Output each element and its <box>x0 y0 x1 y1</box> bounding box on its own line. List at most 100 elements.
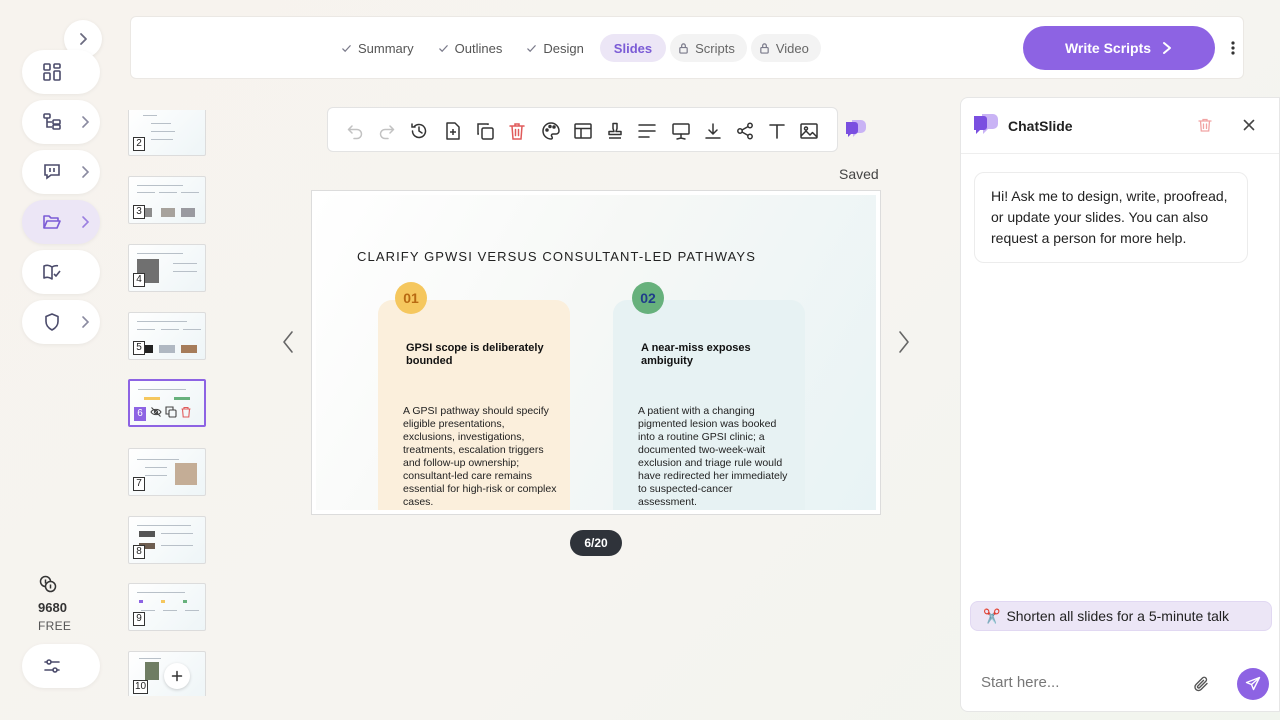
tab-summary[interactable]: Summary <box>333 34 426 62</box>
chatslide-logo-icon <box>846 120 866 137</box>
card-1-body[interactable]: A GPSI pathway should specify eligible p… <box>403 405 559 509</box>
close-icon <box>1243 119 1255 131</box>
undo-button[interactable] <box>344 120 366 142</box>
nav-security[interactable] <box>22 300 100 344</box>
present-button[interactable] <box>670 120 692 142</box>
layout-icon <box>574 123 592 139</box>
chevron-right-icon <box>82 166 90 178</box>
thumbnail-number: 7 <box>133 477 145 491</box>
clear-chat-button[interactable] <box>1197 117 1213 133</box>
tab-outlines-label: Outlines <box>454 40 503 56</box>
write-scripts-button[interactable]: Write Scripts <box>1023 26 1215 70</box>
layout-button[interactable] <box>572 120 594 142</box>
tab-slides[interactable]: Slides <box>599 34 667 62</box>
slide-thumbnail[interactable]: 9 <box>128 583 206 631</box>
slide-thumbnail[interactable]: 3 <box>128 176 206 224</box>
add-text-button[interactable] <box>766 120 788 142</box>
thumbnail-number: 5 <box>133 341 145 355</box>
thumbnail-number: 10 <box>133 680 149 694</box>
check-icon <box>527 44 537 52</box>
settings-button[interactable] <box>22 644 100 688</box>
card-2-heading[interactable]: A near-miss exposes ambiguity <box>641 342 773 368</box>
align-button[interactable] <box>636 120 658 142</box>
history-button[interactable] <box>408 120 430 142</box>
assistant-message: Hi! Ask me to design, write, proofread, … <box>974 172 1248 263</box>
nav-dashboard[interactable] <box>22 50 100 94</box>
suggestion-text: Shorten all slides for a 5-minute talk <box>1006 608 1229 624</box>
previous-slide-button[interactable] <box>282 330 294 354</box>
tab-design[interactable]: Design <box>518 34 595 62</box>
workflow-steps: Summary Outlines Design Slides Scripts V… <box>333 34 821 62</box>
tab-summary-label: Summary <box>358 40 414 56</box>
card-2-body[interactable]: A patient with a changing pigmented lesi… <box>638 405 790 509</box>
branding-button[interactable] <box>604 120 626 142</box>
credits-box: 9680 FREE <box>38 574 98 633</box>
tab-scripts-label: Scripts <box>695 40 735 56</box>
dashboard-icon <box>43 63 61 81</box>
card-1-heading[interactable]: GPSI scope is deliberately bounded <box>406 342 566 368</box>
download-button[interactable] <box>702 120 724 142</box>
lock-icon <box>679 43 688 54</box>
slide-thumbnail[interactable]: 7 <box>128 448 206 496</box>
slide-thumbnail[interactable]: 8 <box>128 516 206 564</box>
top-bar: Summary Outlines Design Slides Scripts V… <box>130 16 1244 79</box>
chatslide-logo-icon <box>974 114 998 134</box>
scissors-icon: ✂️ <box>983 607 1001 624</box>
thumbnail-number: 4 <box>133 273 145 287</box>
nav-book[interactable] <box>22 250 100 294</box>
align-icon <box>638 124 656 138</box>
paperclip-icon <box>1194 676 1208 692</box>
chat-title: ChatSlide <box>1008 118 1073 134</box>
tab-video[interactable]: Video <box>750 34 821 62</box>
delete-slide-button[interactable] <box>506 120 528 142</box>
add-page-button[interactable] <box>442 120 464 142</box>
tab-slides-label: Slides <box>613 40 653 56</box>
tab-outlines[interactable]: Outlines <box>430 34 515 62</box>
thumbnail-number: 2 <box>133 137 145 151</box>
open-chat-button[interactable] <box>845 119 867 139</box>
nav-folder[interactable] <box>22 200 100 244</box>
trash-icon <box>1198 118 1212 132</box>
slide-thumbnail-active[interactable]: 6 <box>128 379 206 427</box>
chat-input[interactable] <box>981 674 1181 691</box>
chevron-right-icon <box>82 116 90 128</box>
add-image-button[interactable] <box>798 120 820 142</box>
chevron-right-icon <box>82 216 90 228</box>
hide-icon[interactable] <box>150 406 162 418</box>
suggestion-chip[interactable]: ✂️ Shorten all slides for a 5-minute tal… <box>970 601 1272 631</box>
folder-open-icon <box>43 215 61 229</box>
stamp-icon <box>608 122 622 139</box>
chat-header: ChatSlide <box>961 98 1279 154</box>
next-slide-button[interactable] <box>898 330 910 354</box>
redo-icon <box>379 125 395 140</box>
nav-workflow[interactable] <box>22 100 100 144</box>
duplicate-icon[interactable] <box>165 406 177 418</box>
send-button[interactable] <box>1237 668 1269 700</box>
theme-button[interactable] <box>540 120 562 142</box>
chat-panel: ChatSlide Hi! Ask me to design, write, p… <box>960 97 1280 712</box>
close-chat-button[interactable] <box>1241 117 1257 133</box>
check-icon <box>342 44 351 52</box>
trash-icon[interactable] <box>180 406 192 418</box>
more-vertical-icon <box>1231 41 1235 55</box>
slide-thumbnail[interactable]: 2 <box>128 110 206 156</box>
nav-presentation[interactable] <box>22 150 100 194</box>
attach-button[interactable] <box>1192 675 1210 693</box>
redo-button[interactable] <box>376 120 398 142</box>
workflow-icon <box>43 113 61 130</box>
more-menu-button[interactable] <box>1231 38 1235 58</box>
duplicate-button[interactable] <box>474 120 496 142</box>
add-slide-button[interactable] <box>164 663 190 689</box>
slide: CLARIFY GPWSI VERSUS CONSULTANT-LED PATH… <box>316 195 876 510</box>
slide-thumbnail[interactable]: 5 <box>128 312 206 360</box>
book-check-icon <box>43 264 61 280</box>
slide-thumbnail[interactable]: 4 <box>128 244 206 292</box>
share-button[interactable] <box>734 120 756 142</box>
slide-title[interactable]: CLARIFY GPWSI VERSUS CONSULTANT-LED PATH… <box>357 249 756 264</box>
chevron-right-icon <box>82 316 90 328</box>
palette-icon <box>542 122 560 140</box>
tab-video-label: Video <box>775 40 809 56</box>
tab-scripts[interactable]: Scripts <box>670 34 747 62</box>
plan-label: FREE <box>38 619 72 633</box>
slide-canvas[interactable]: CLARIFY GPWSI VERSUS CONSULTANT-LED PATH… <box>311 190 881 515</box>
